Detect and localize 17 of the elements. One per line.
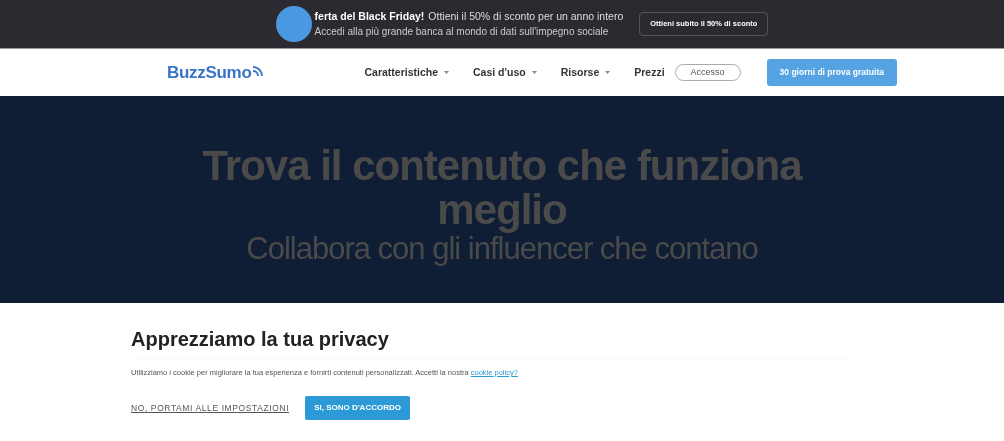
cookie-title: Apprezziamo la tua privacy: [131, 327, 390, 351]
hero-title: Trova il contenuto che funziona meglio: [201, 144, 804, 232]
nav-link[interactable]: Caratteristiche: [364, 64, 449, 81]
hero-subtitle: Collabora con gli influencer che contano: [245, 232, 759, 266]
decline-link[interactable]: NO, PORTAMI ALLE IMPOSTAZIONI: [131, 401, 290, 415]
caret-icon: [531, 71, 537, 74]
promo-subtitle: Accedi alla più grande banca al mondo di dati sull'impegno sociale: [314, 25, 610, 40]
caret-icon: [444, 71, 449, 74]
nav-link[interactable]: Risorse: [560, 64, 611, 81]
promo-offer: Ottieni il 50% di sconto per un anno intero: [428, 8, 624, 24]
caret-icon: [605, 71, 611, 74]
nav-link[interactable]: Casi d'uso: [473, 64, 537, 81]
login-button[interactable]: Accesso: [674, 63, 741, 82]
logo[interactable]: BuzzSumo: [167, 59, 252, 86]
promo-headline: ferta del Black Friday!: [314, 8, 425, 24]
circle-icon: [275, 6, 312, 42]
nav-link[interactable]: Prezzi: [634, 64, 665, 81]
